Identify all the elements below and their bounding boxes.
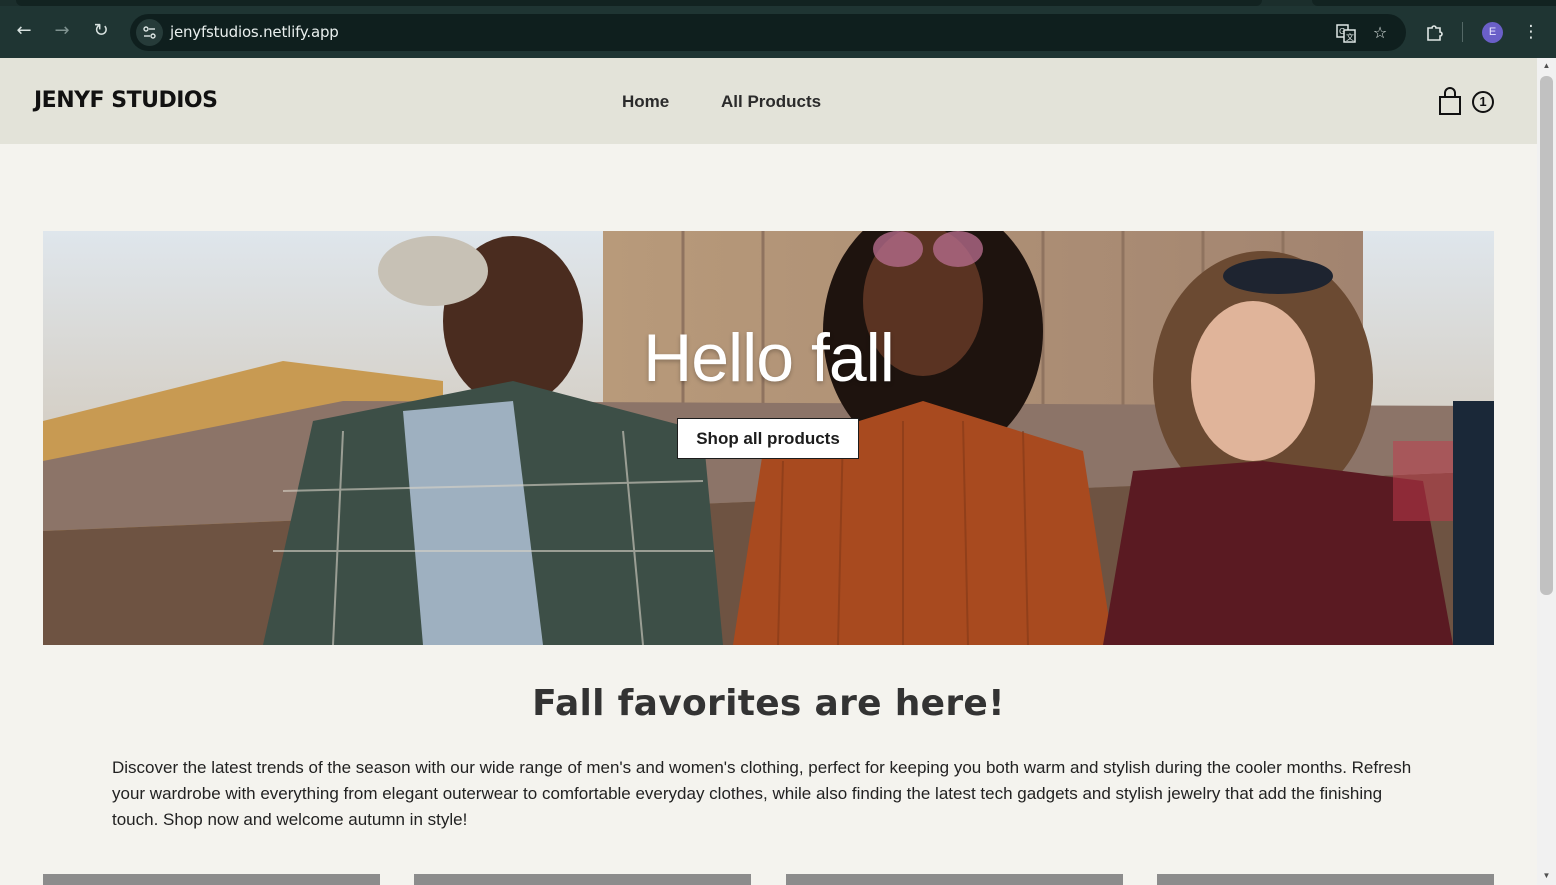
nav-home[interactable]: Home [622, 92, 669, 112]
profile-avatar[interactable]: E [1482, 22, 1503, 43]
shopping-bag-icon [1439, 87, 1461, 115]
toolbar-divider [1462, 22, 1463, 42]
page-scrollbar[interactable]: ▲ ▼ [1537, 58, 1556, 885]
address-bar[interactable]: jenyfstudios.netlify.app G 文 ☆ [130, 14, 1406, 51]
tab-strip [0, 0, 1556, 6]
forward-arrow-icon[interactable]: → [51, 20, 73, 42]
scroll-thumb[interactable] [1540, 76, 1553, 595]
product-card[interactable] [786, 874, 1123, 885]
url-text[interactable]: jenyfstudios.netlify.app [170, 23, 339, 41]
product-card[interactable] [1157, 874, 1494, 885]
product-card[interactable] [43, 874, 380, 885]
cart-button[interactable]: 1 [1437, 86, 1497, 118]
nav-all-products[interactable]: All Products [721, 92, 821, 112]
translate-icon[interactable]: G 文 [1334, 21, 1358, 45]
page-viewport: JENYF STUDIOS Home All Products 1 Hello … [0, 58, 1537, 885]
inactive-tab[interactable] [1312, 0, 1556, 6]
back-arrow-icon[interactable]: ← [13, 20, 35, 42]
menu-dots-icon[interactable]: ⋮ [1520, 20, 1542, 44]
site-header: JENYF STUDIOS Home All Products 1 [0, 58, 1537, 144]
reload-icon[interactable]: ↻ [90, 20, 112, 42]
scroll-down-icon[interactable]: ▼ [1541, 870, 1552, 882]
bookmark-star-icon[interactable]: ☆ [1368, 21, 1392, 45]
extensions-icon[interactable] [1423, 20, 1447, 44]
shop-all-products-button[interactable]: Shop all products [677, 418, 859, 459]
svg-text:文: 文 [1346, 32, 1354, 42]
hero-banner: Hello fall Shop all products [43, 231, 1494, 645]
section-description: Discover the latest trends of the season… [112, 758, 1412, 829]
browser-toolbar: ← → ↻ jenyfstudios.netlify.app G 文 ☆ E ⋮ [0, 0, 1556, 58]
active-tab[interactable] [16, 0, 1262, 6]
section-heading: Fall favorites are here! [532, 683, 1005, 724]
hero-title: Hello fall [643, 320, 895, 396]
site-info-icon[interactable] [136, 19, 163, 46]
svg-text:G: G [1339, 27, 1345, 36]
product-card[interactable] [414, 874, 751, 885]
cart-count-badge: 1 [1472, 91, 1494, 113]
site-logo[interactable]: JENYF STUDIOS [34, 88, 218, 113]
scroll-up-icon[interactable]: ▲ [1541, 60, 1552, 72]
